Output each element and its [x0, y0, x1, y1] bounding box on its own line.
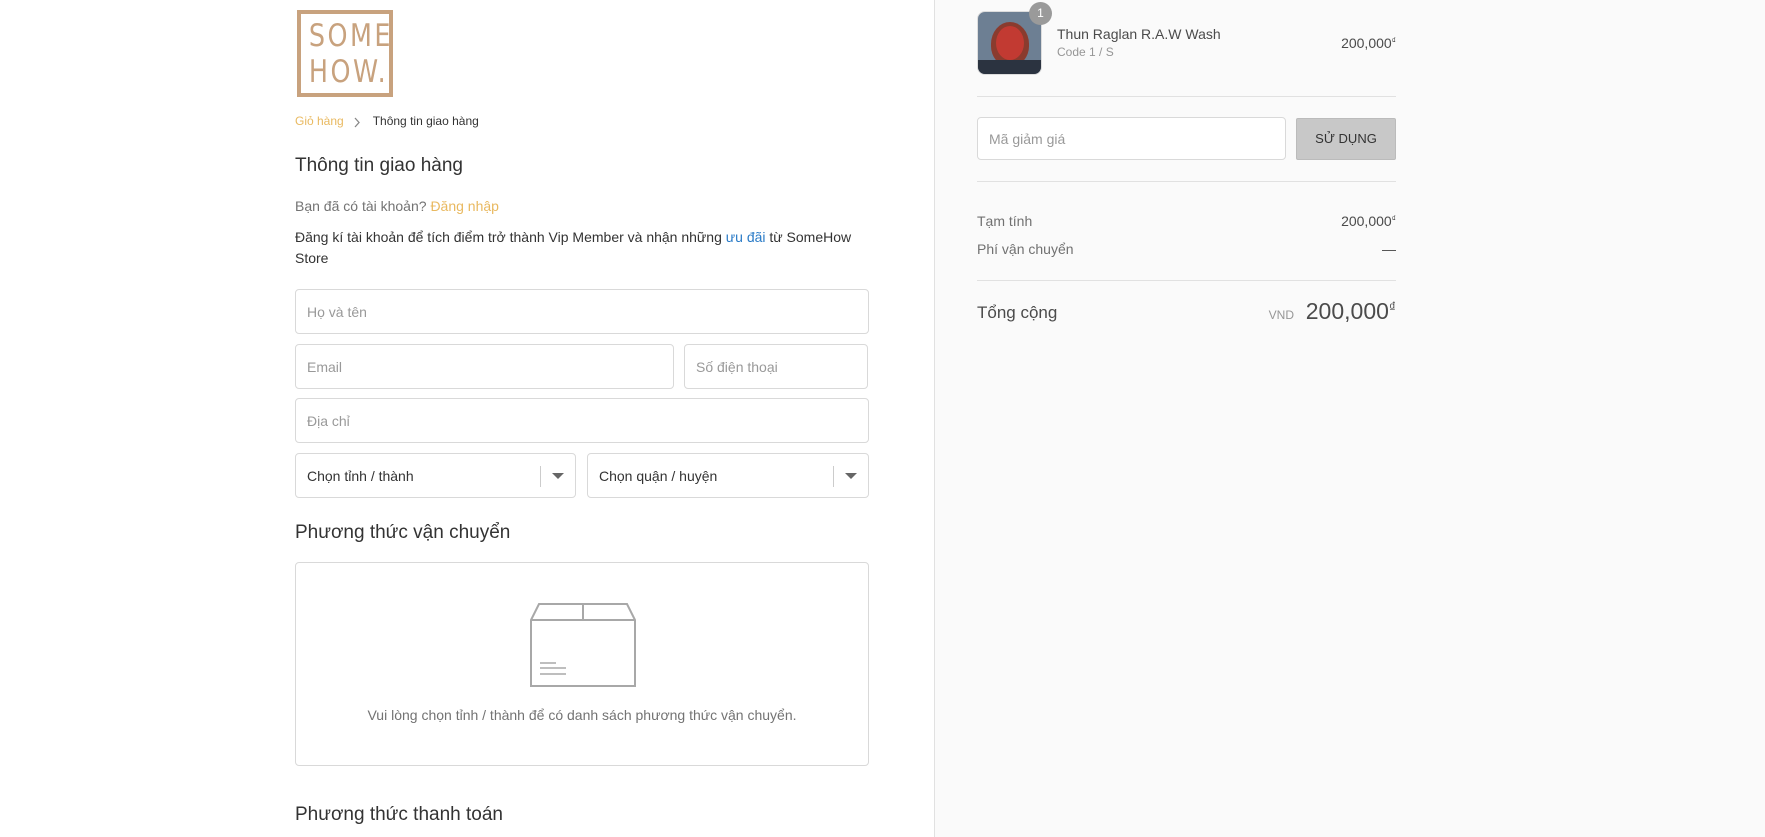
account-login-line: Bạn đã có tài khoản? Đăng nhập — [295, 197, 499, 215]
shipping-info-title: Thông tin giao hàng — [295, 155, 463, 176]
province-select[interactable]: Chọn tỉnh / thành — [295, 453, 576, 498]
cart-product-row: 1 Thun Raglan R.A.W Wash Code 1 / S 200,… — [977, 2, 1396, 76]
member-promo-text: Đăng kí tài khoản để tích điểm trở thành… — [295, 227, 869, 269]
shipping-fee-label: Phí vận chuyển — [977, 241, 1074, 257]
somehow-logo[interactable]: SOME HOW. — [297, 10, 393, 97]
address-placeholder: Địa chỉ — [307, 412, 350, 429]
phone-input[interactable]: Số điện thoại — [684, 344, 868, 389]
subtotal-value: 200,000₫ — [1341, 213, 1396, 229]
login-link[interactable]: Đăng nhập — [430, 198, 499, 214]
package-box-icon — [530, 603, 636, 687]
address-input[interactable]: Địa chỉ — [295, 398, 869, 443]
dropdown-arrow-icon[interactable] — [552, 473, 564, 479]
subtotal-label: Tạm tính — [977, 213, 1033, 229]
shipping-fee-row: Phí vận chuyển — — [977, 241, 1396, 257]
product-variant: Code 1 / S — [1057, 45, 1114, 59]
breadcrumb-cart-link[interactable]: Giỏ hàng — [295, 113, 344, 129]
select-divider — [540, 466, 541, 487]
total-label: Tổng cộng — [977, 303, 1058, 322]
total-currency: VND — [1268, 308, 1294, 322]
dropdown-arrow-icon[interactable] — [845, 473, 857, 479]
select-divider — [833, 466, 834, 487]
thumbnail-image-detail — [996, 26, 1024, 60]
email-placeholder: Email — [307, 358, 343, 375]
subtotal-row: Tạm tính 200,000₫ — [977, 213, 1396, 229]
divider — [977, 280, 1396, 281]
breadcrumb: Giỏ hàng Thông tin giao hàng — [295, 113, 479, 129]
chevron-right-icon — [353, 115, 364, 128]
thumbnail-image-shirt — [978, 60, 1041, 74]
apply-discount-button[interactable]: SỬ DỤNG — [1296, 118, 1396, 160]
total-amount: 200,000 — [1305, 298, 1389, 324]
subtotal-amount: 200,000 — [1341, 213, 1392, 229]
shipping-empty-message: Vui lòng chọn tỉnh / thành để có danh sá… — [367, 707, 797, 723]
product-name: Thun Raglan R.A.W Wash — [1057, 26, 1221, 42]
shipping-fee-value: — — [1382, 241, 1396, 257]
product-price: 200,000₫ — [1341, 35, 1396, 51]
email-input[interactable]: Email — [295, 344, 674, 389]
divider — [977, 96, 1396, 97]
full-name-input[interactable]: Họ và tên — [295, 289, 869, 334]
logo-text: SOME HOW. — [308, 18, 393, 90]
discount-code-input[interactable]: Mã giảm giá — [977, 117, 1286, 160]
district-select-value: Chọn quận / huyện — [599, 467, 718, 484]
currency-symbol: ₫ — [1391, 35, 1396, 46]
discount-placeholder: Mã giảm giá — [989, 130, 1066, 147]
shipping-method-box: Vui lòng chọn tỉnh / thành để có danh sá… — [295, 562, 869, 766]
promo-text-before: Đăng kí tài khoản để tích điểm trở thành… — [295, 229, 726, 245]
product-price-value: 200,000 — [1341, 35, 1392, 51]
currency-symbol: ₫ — [1388, 299, 1396, 315]
account-question: Bạn đã có tài khoản? — [295, 198, 427, 214]
total-value: 200,000₫ — [1306, 298, 1396, 325]
payment-method-title: Phương thức thanh toán — [295, 804, 503, 825]
currency-symbol: ₫ — [1391, 213, 1396, 224]
shipping-method-title: Phương thức vận chuyển — [295, 522, 511, 543]
quantity-badge: 1 — [1029, 2, 1052, 25]
phone-placeholder: Số điện thoại — [696, 358, 778, 375]
breadcrumb-current: Thông tin giao hàng — [372, 114, 479, 128]
full-name-placeholder: Họ và tên — [307, 303, 367, 320]
district-select[interactable]: Chọn quận / huyện — [587, 453, 869, 498]
divider — [977, 181, 1396, 182]
province-select-value: Chọn tỉnh / thành — [307, 467, 414, 484]
promo-offers-link[interactable]: ưu đãi — [726, 229, 766, 245]
